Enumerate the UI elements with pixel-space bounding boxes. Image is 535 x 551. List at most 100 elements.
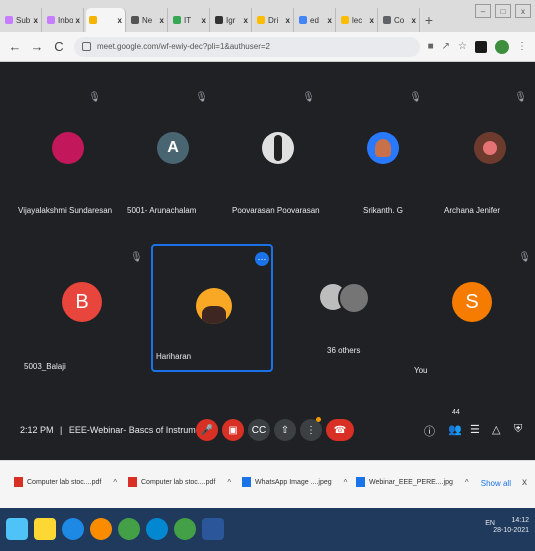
reload-icon[interactable]: C: [52, 39, 66, 54]
chat-icon[interactable]: ☰: [470, 423, 480, 436]
present-button[interactable]: ⇧: [274, 419, 296, 441]
captions-button[interactable]: CC: [248, 419, 270, 441]
participant-tile[interactable]: 🎙 B 5003_Balaji: [0, 242, 143, 372]
browser-tab[interactable]: Co x: [380, 8, 420, 32]
notification-dot: [316, 417, 321, 422]
camera-toggle[interactable]: ▣: [222, 419, 244, 441]
avatar: S: [452, 282, 492, 322]
host-controls-icon[interactable]: ⛨: [514, 423, 522, 436]
pinned-participant-tile[interactable]: ⋯ Hariharan: [151, 244, 273, 372]
meeting-details-icon[interactable]: ⓘ: [424, 423, 435, 439]
tab-favicon-icon: [383, 16, 391, 24]
maximize-button[interactable]: □: [495, 4, 511, 18]
kebab-menu-icon[interactable]: ⋮: [517, 41, 527, 52]
meeting-time: 2:12 PM: [20, 425, 54, 435]
address-bar[interactable]: meet.google.com/wf-ewiy-dec?pli=1&authus…: [74, 36, 420, 57]
tab-label: Sub: [16, 15, 31, 25]
chevron-up-icon[interactable]: ^: [113, 478, 117, 487]
download-filename: Computer lab stoc....pdf: [27, 478, 102, 486]
participant-tile[interactable]: 🎙 Srikanth. G: [321, 92, 428, 222]
minimize-button[interactable]: –: [475, 4, 491, 18]
chrome-icon[interactable]: [118, 518, 140, 540]
participant-tile[interactable]: 🎙 A 5001- Arunachalam: [107, 92, 214, 222]
chevron-up-icon[interactable]: ^: [344, 478, 348, 487]
taskbar-clock[interactable]: 14:12 28-10-2021: [493, 516, 529, 536]
tab-favicon-icon: [215, 16, 223, 24]
show-all-downloads-link[interactable]: Show all: [481, 479, 511, 488]
browser-tab[interactable]: Igr x: [212, 8, 252, 32]
browser-tab[interactable]: ed x: [296, 8, 336, 32]
profile-avatar[interactable]: [495, 39, 509, 54]
word-icon[interactable]: [202, 518, 224, 540]
tab-close-icon[interactable]: x: [370, 16, 374, 25]
download-item[interactable]: Webinar_EEE_PERE....jpg ^: [356, 477, 469, 487]
participant-name: 5003_Balaji: [24, 362, 66, 371]
windows-icon[interactable]: [6, 518, 28, 540]
self-tile[interactable]: 🎙 S You: [400, 242, 535, 375]
tab-close-icon[interactable]: x: [244, 16, 248, 25]
download-item[interactable]: Computer lab stoc....pdf ^: [128, 477, 231, 487]
close-window-button[interactable]: x: [515, 4, 531, 18]
browser-tab[interactable]: Sub x: [2, 8, 42, 32]
meeting-info: 2:12 PM | EEE-Webinar- Bascs of Instrum.…: [20, 425, 203, 435]
share-icon[interactable]: ↗: [442, 41, 450, 52]
tab-label: ed: [310, 15, 319, 25]
kebab-menu-icon: ⋮: [306, 424, 316, 436]
chevron-up-icon[interactable]: ^: [227, 478, 231, 487]
tab-close-icon[interactable]: x: [286, 16, 290, 25]
download-item[interactable]: Computer lab stoc....pdf ^: [14, 477, 117, 487]
participant-name: You: [414, 366, 428, 375]
chrome-icon[interactable]: [174, 518, 196, 540]
ie-icon[interactable]: [62, 518, 84, 540]
tab-close-icon[interactable]: x: [412, 16, 416, 25]
tab-close-icon[interactable]: x: [202, 16, 206, 25]
browser-tab[interactable]: Ne x: [128, 8, 168, 32]
extension-icon[interactable]: [475, 40, 487, 53]
new-tab-button[interactable]: +: [420, 8, 438, 32]
close-icon[interactable]: x: [522, 477, 527, 488]
hang-up-icon: ☎: [333, 424, 347, 436]
mic-off-icon: 🎙: [302, 92, 315, 103]
edge-icon[interactable]: [146, 518, 168, 540]
participant-tile[interactable]: 🎙 Poovarasan Poovarasan: [214, 92, 321, 222]
browser-toolbar: ← → C meet.google.com/wf-ewiy-dec?pli=1&…: [0, 32, 535, 62]
browser-tab[interactable]: x: [86, 8, 126, 32]
participant-name: Srikanth. G: [363, 206, 404, 215]
browser-tab[interactable]: lec x: [338, 8, 378, 32]
download-filename: WhatsApp Image ....jpeg: [255, 478, 332, 486]
camera-indicator-icon[interactable]: ■: [428, 41, 434, 52]
chevron-up-icon[interactable]: ^: [465, 478, 469, 487]
activities-icon[interactable]: △: [492, 423, 500, 436]
participant-tile[interactable]: 🎙 Vijayalakshmi Sundaresan: [0, 92, 112, 222]
forward-icon[interactable]: →: [30, 39, 44, 54]
separator: |: [60, 425, 63, 435]
tab-close-icon[interactable]: x: [160, 16, 164, 25]
participant-tile[interactable]: 🎙 Archana Jenifer: [428, 92, 535, 222]
tab-label: Co: [394, 15, 405, 25]
participant-name: Vijayalakshmi Sundaresan: [18, 206, 113, 215]
people-icon[interactable]: 👥: [448, 423, 462, 436]
others-tile[interactable]: 36 others: [290, 242, 400, 372]
microphone-toggle[interactable]: 🎤: [196, 419, 218, 441]
download-item[interactable]: WhatsApp Image ....jpeg ^: [242, 477, 347, 487]
browser-tab[interactable]: Inbo x: [44, 8, 84, 32]
more-options-button[interactable]: ⋯: [255, 252, 269, 266]
others-count: 36 others: [327, 346, 361, 355]
back-icon[interactable]: ←: [8, 39, 22, 54]
others-avatar-stack: [320, 282, 370, 314]
tab-close-icon[interactable]: x: [76, 16, 80, 25]
more-options-button[interactable]: ⋮: [300, 419, 322, 441]
vlc-icon[interactable]: [90, 518, 112, 540]
tab-close-icon[interactable]: x: [34, 16, 38, 25]
mic-off-icon: 🎙: [518, 252, 531, 263]
tab-close-icon[interactable]: x: [328, 16, 332, 25]
tab-close-icon[interactable]: x: [118, 16, 122, 25]
explorer-icon[interactable]: [34, 518, 56, 540]
star-icon[interactable]: ☆: [458, 41, 467, 52]
person-photo-icon: [274, 135, 282, 161]
browser-tab-strip: Sub x Inbo x x Ne x IT x Igr x Dri x ed x lec x Co x +: [0, 0, 535, 32]
avatar: [338, 282, 370, 314]
browser-tab[interactable]: Dri x: [254, 8, 294, 32]
leave-call-button[interactable]: ☎: [326, 419, 354, 441]
browser-tab[interactable]: IT x: [170, 8, 210, 32]
